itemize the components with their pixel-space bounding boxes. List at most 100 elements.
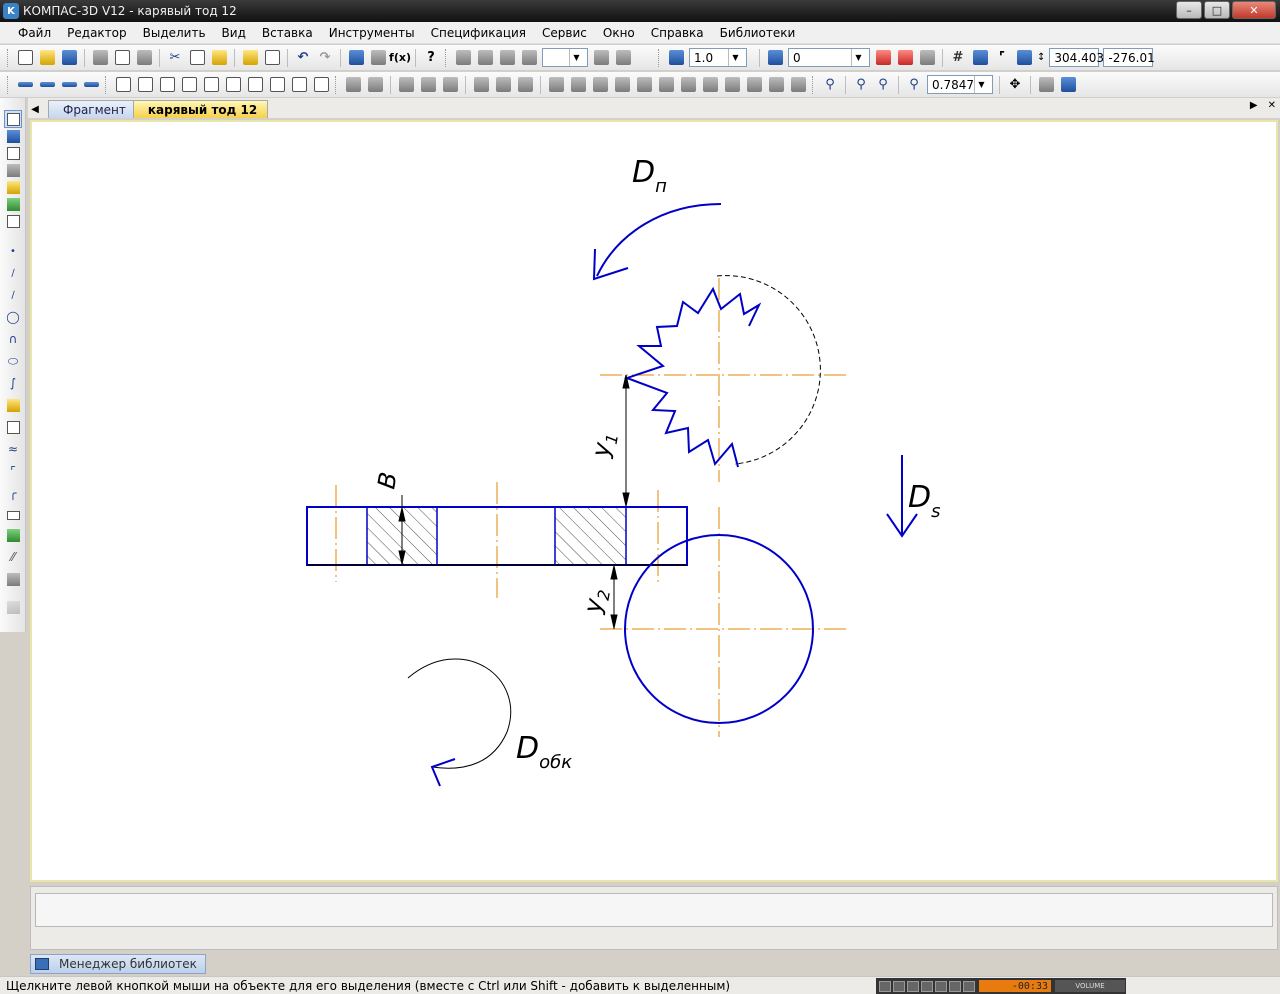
rectangle-button[interactable] <box>4 506 22 524</box>
menu-window[interactable]: Окно <box>595 23 643 43</box>
editing-panel-button[interactable] <box>4 161 22 179</box>
arc-button[interactable]: ∩ <box>4 330 22 348</box>
polygon-button[interactable] <box>4 526 22 544</box>
menu-specification[interactable]: Спецификация <box>423 23 534 43</box>
circle-button[interactable]: ◯ <box>4 308 22 326</box>
geometry-panel-button[interactable] <box>4 110 22 128</box>
model-6-button[interactable] <box>470 74 492 96</box>
menu-select[interactable]: Выделить <box>135 23 214 43</box>
player-shuffle-icon[interactable] <box>963 980 975 992</box>
model-10-button[interactable] <box>567 74 589 96</box>
collection-button[interactable] <box>4 570 22 588</box>
layer-tool-1-button[interactable] <box>452 47 474 69</box>
export-button[interactable] <box>133 47 155 69</box>
model-19-button[interactable] <box>765 74 787 96</box>
cut-button[interactable]: ✂ <box>164 47 186 69</box>
close-button[interactable]: ✕ <box>1232 1 1276 19</box>
constraint-9-button[interactable] <box>288 74 310 96</box>
menu-file[interactable]: Файл <box>0 23 59 43</box>
properties-brush-button[interactable] <box>239 47 261 69</box>
model-1-button[interactable] <box>342 74 364 96</box>
model-11-button[interactable] <box>589 74 611 96</box>
dim-tool-2-button[interactable] <box>36 74 58 96</box>
model-20-button[interactable] <box>787 74 809 96</box>
layer-tool-3-button[interactable] <box>496 47 518 69</box>
measure-panel-button[interactable] <box>4 195 22 213</box>
redo-button[interactable]: ↷ <box>314 47 336 69</box>
zoom-window-button[interactable]: ⚲ <box>819 74 841 96</box>
model-9-button[interactable] <box>545 74 567 96</box>
menu-help[interactable]: Справка <box>643 23 712 43</box>
snap-button[interactable] <box>872 47 894 69</box>
menu-view[interactable]: Вид <box>214 23 254 43</box>
grid-button[interactable]: # <box>947 47 969 69</box>
zoom-select[interactable]: 0.7847 ▼ <box>927 75 993 94</box>
model-4-button[interactable] <box>417 74 439 96</box>
dimensions-panel-button[interactable] <box>4 127 22 145</box>
coord-y-field[interactable]: -276.01 <box>1103 48 1155 67</box>
model-2-button[interactable] <box>364 74 386 96</box>
constraint-2-button[interactable] <box>134 74 156 96</box>
player-eject-icon[interactable] <box>949 980 961 992</box>
model-7-button[interactable] <box>492 74 514 96</box>
constraint-7-button[interactable] <box>244 74 266 96</box>
parametrization-panel-button[interactable] <box>4 178 22 196</box>
model-14-button[interactable] <box>655 74 677 96</box>
paste-button[interactable] <box>208 47 230 69</box>
help-pointer-button[interactable]: ? <box>420 47 442 69</box>
ellipse-button[interactable]: ⬭ <box>4 352 22 370</box>
show-all-button[interactable] <box>1057 74 1079 96</box>
zoom-in-button[interactable]: ⚲ <box>850 74 872 96</box>
formula-button[interactable]: f(x) <box>389 47 411 69</box>
player-stop-icon[interactable] <box>921 980 933 992</box>
tab-active-document[interactable]: карявый тод 12 <box>132 100 269 118</box>
coord-x-field[interactable]: 304.403 <box>1049 48 1104 67</box>
tab-scroll-left-icon[interactable]: ◀ <box>28 100 42 118</box>
player-prev-icon[interactable] <box>879 980 891 992</box>
polyline-button[interactable] <box>4 418 22 436</box>
property-panel-field[interactable] <box>35 893 1273 927</box>
layer-tool-4-button[interactable] <box>518 47 540 69</box>
player-pause-icon[interactable] <box>907 980 919 992</box>
notation-panel-button[interactable] <box>4 144 22 162</box>
drawing-svg[interactable]: Dп Ds Dобк B y1 y2 <box>32 122 1276 880</box>
model-16-button[interactable] <box>699 74 721 96</box>
library-manager-tab[interactable]: Менеджер библиотек <box>30 954 206 974</box>
save-button[interactable] <box>58 47 80 69</box>
layers-button[interactable] <box>764 47 786 69</box>
list-button[interactable] <box>261 47 283 69</box>
constraint-6-button[interactable] <box>222 74 244 96</box>
chamfer-button[interactable]: ⌜ <box>4 462 22 480</box>
dim-tool-1-button[interactable] <box>14 74 36 96</box>
round-button[interactable]: ⌜ <box>991 47 1013 69</box>
player-volume-slider[interactable]: VOLUME <box>1055 980 1125 992</box>
chevron-down-icon[interactable]: ▼ <box>728 49 742 66</box>
continuous-input-button[interactable]: ∫ <box>4 374 22 392</box>
model-13-button[interactable] <box>633 74 655 96</box>
model-17-button[interactable] <box>721 74 743 96</box>
select-panel-button[interactable] <box>4 212 22 230</box>
print-preview-button[interactable] <box>111 47 133 69</box>
copy-button[interactable] <box>186 47 208 69</box>
model-15-button[interactable] <box>677 74 699 96</box>
layer-select[interactable]: 0 ▼ <box>788 48 870 67</box>
new-document-button[interactable] <box>14 47 36 69</box>
menu-service[interactable]: Сервис <box>534 23 595 43</box>
constraint-4-button[interactable] <box>178 74 200 96</box>
layer-tool-5-button[interactable] <box>590 47 612 69</box>
open-button[interactable] <box>36 47 58 69</box>
refresh-button[interactable] <box>1035 74 1057 96</box>
toolbar-grip[interactable] <box>7 48 11 67</box>
model-8-button[interactable] <box>514 74 536 96</box>
model-5-button[interactable] <box>439 74 461 96</box>
menu-editor[interactable]: Редактор <box>59 23 134 43</box>
layer-tool-6-button[interactable] <box>612 47 634 69</box>
menu-insert[interactable]: Вставка <box>254 23 321 43</box>
constraint-5-button[interactable] <box>200 74 222 96</box>
minimize-button[interactable]: – <box>1176 1 1202 19</box>
auxiliary-line-button[interactable]: ∕ <box>4 264 22 282</box>
chevron-down-icon[interactable]: ▼ <box>974 76 988 93</box>
drawing-canvas[interactable]: Dп Ds Dобк B y1 y2 <box>30 120 1278 882</box>
zoom-scale-button[interactable]: ⚲ <box>903 74 925 96</box>
undo-button[interactable]: ↶ <box>292 47 314 69</box>
